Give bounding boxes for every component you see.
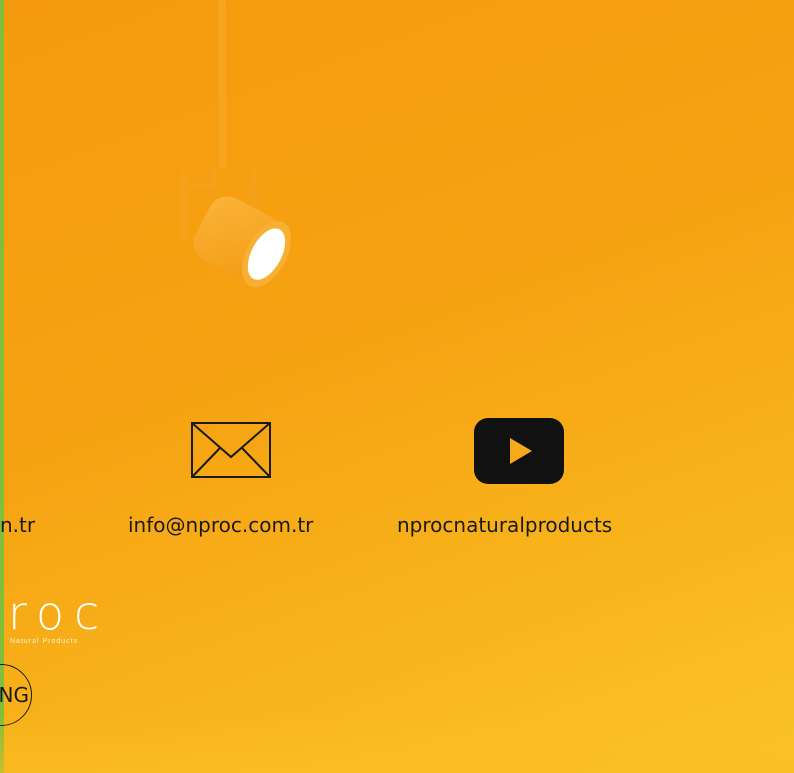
spotlight-lamp-image — [181, 0, 291, 288]
left-accent-stripe — [0, 0, 4, 773]
bottom-glow — [0, 713, 794, 773]
logo-wordmark: roc — [8, 586, 110, 640]
email-link[interactable]: info@nproc.com.tr — [128, 513, 313, 537]
brand-logo[interactable]: roc Natural Products — [0, 590, 109, 645]
youtube-play-icon[interactable] — [474, 418, 564, 484]
youtube-channel-link[interactable]: nprocnaturalproducts — [397, 513, 612, 537]
email-link-partial[interactable]: n.tr — [0, 513, 35, 537]
mail-envelope-icon[interactable] — [190, 421, 272, 479]
language-label: NG — [0, 683, 29, 707]
